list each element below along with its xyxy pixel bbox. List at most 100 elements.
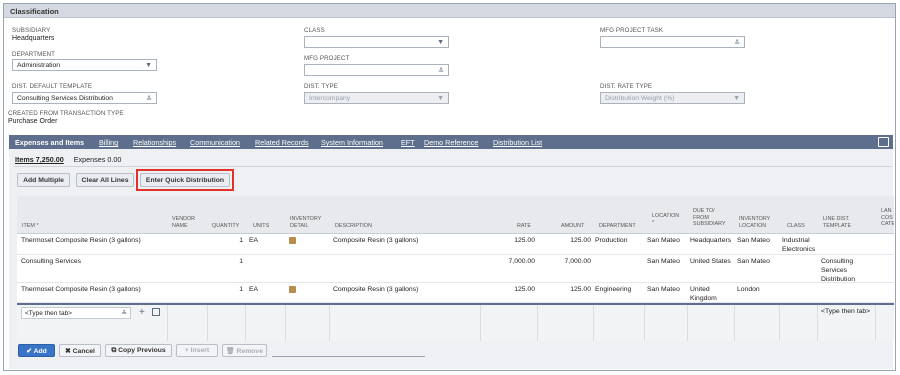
row-due: Headquarters <box>690 237 732 244</box>
double-chevron-icon[interactable]: ≚ <box>438 67 444 75</box>
mfg-project-select[interactable]: ≚ <box>304 64 449 76</box>
tab-relationships[interactable]: Relationships <box>133 138 176 147</box>
classification-panel: Classification SUBSIDIARY Headquarters D… <box>3 3 896 371</box>
section-title: Classification <box>4 4 895 18</box>
row-template: Consulting Services Distribution <box>821 258 855 283</box>
cell-divider <box>779 305 780 341</box>
cell-divider <box>687 305 688 341</box>
cell-divider <box>167 305 168 341</box>
table-row[interactable]: Thermoset Composite Resin (3 gallons) 1 … <box>17 283 894 303</box>
dist-template-select[interactable]: Consulting Services Distribution ≚ <box>12 92 157 104</box>
mfg-task-select[interactable]: ≚ <box>600 36 745 48</box>
copy-label: Copy Previous <box>118 347 166 354</box>
add-button[interactable]: ✔ Add <box>18 344 55 357</box>
items-subtabs: Items 7,250.00 Expenses 0.00 <box>15 155 121 164</box>
tab-billing[interactable]: Billing <box>99 138 118 147</box>
row-location: San Mateo <box>647 286 680 293</box>
cell-divider <box>245 305 246 341</box>
tab-related-records[interactable]: Related Records <box>255 138 309 147</box>
items-grid: ITEM * VENDOR NAME QUANTITY UNITS INVENT… <box>17 196 894 341</box>
chevron-down-icon: ▼ <box>733 95 740 102</box>
row-item: Thermoset Composite Resin (3 gallons) <box>21 286 141 293</box>
chevron-down-icon[interactable]: ▼ <box>437 39 444 46</box>
double-chevron-icon[interactable]: ≚ <box>146 95 152 103</box>
row-inv-location: San Mateo <box>737 237 770 244</box>
open-new-icon[interactable] <box>152 308 160 316</box>
tab-system-information[interactable]: System Information <box>321 138 383 147</box>
tab-eft[interactable]: EFT <box>401 138 415 147</box>
dist-rate-type-label: DIST. RATE TYPE <box>600 83 653 90</box>
row-inv-location: San Mateo <box>737 258 770 265</box>
row-rate: 7,000.00 <box>508 258 535 265</box>
inventory-detail-icon[interactable] <box>289 285 296 294</box>
row-amount: 7,000.00 <box>564 258 591 265</box>
window-icon[interactable] <box>878 137 889 147</box>
row-quantity: 1 <box>239 237 243 244</box>
row-class: Industrial Electronics <box>782 237 816 253</box>
add-label: Add <box>33 348 47 355</box>
expenses-subtab[interactable]: Expenses 0.00 <box>74 155 122 164</box>
row-due: United Kingdom <box>690 286 717 302</box>
tab-expenses-and-items[interactable]: Expenses and Items <box>15 138 84 147</box>
cell-divider <box>480 305 481 341</box>
cancel-label: Cancel <box>72 348 95 355</box>
item-input[interactable]: <Type then tab> ≚ <box>21 307 131 319</box>
col-inventory-location: INVENTORY LOCATION <box>739 216 771 229</box>
cell-divider <box>329 305 330 341</box>
table-row[interactable]: Consulting Services 1 7,000.00 7,000.00 … <box>17 255 894 283</box>
divider <box>14 166 892 167</box>
tab-distribution-list[interactable]: Distribution List <box>493 138 542 147</box>
col-landed-cost: LAN COS CATE <box>881 208 894 227</box>
copy-previous-button[interactable]: ⧉ Copy Previous <box>105 344 172 357</box>
chevron-down-icon[interactable]: ▼ <box>145 62 152 69</box>
row-amount: 125.00 <box>570 237 591 244</box>
insert-button[interactable]: + Insert <box>176 344 218 357</box>
row-units: EA <box>249 286 259 293</box>
cancel-button[interactable]: ✖ Cancel <box>59 344 101 357</box>
cell-divider <box>207 305 208 341</box>
items-subtab[interactable]: Items 7,250.00 <box>15 155 64 164</box>
cell-divider <box>593 305 594 341</box>
cell-divider <box>734 305 735 341</box>
col-quantity: QUANTITY <box>212 223 240 229</box>
col-inventory-detail: INVENTORY DETAIL <box>290 216 322 229</box>
col-rate: RATE <box>517 223 531 229</box>
double-chevron-icon[interactable]: ≚ <box>734 39 740 47</box>
table-row[interactable]: Thermoset Composite Resin (3 gallons) 1 … <box>17 234 894 255</box>
row-item: Consulting Services <box>21 258 82 265</box>
dist-type-select: Intercompany ▼ <box>304 92 449 104</box>
created-from-label: CREATED FROM TRANSACTION TYPE <box>8 110 124 117</box>
double-chevron-icon[interactable]: ≚ <box>122 309 127 317</box>
inventory-detail-icon[interactable] <box>289 236 296 245</box>
department-select[interactable]: Administration ▼ <box>12 59 157 71</box>
subtab-bar: Expenses and Items Billing Relationships… <box>9 135 893 149</box>
row-location: San Mateo <box>647 237 680 244</box>
col-class: CLASS <box>787 223 805 229</box>
subsidiary-label: SUBSIDIARY <box>12 27 51 34</box>
row-units: EA <box>249 237 259 244</box>
insert-label: Insert <box>190 347 210 354</box>
row-due: United States <box>690 258 731 265</box>
dist-rate-type-value: Distribution Weight (%) <box>605 95 675 102</box>
created-from-value: Purchase Order <box>8 118 58 125</box>
clear-all-lines-button[interactable]: Clear All Lines <box>76 173 134 187</box>
cell-divider <box>537 305 538 341</box>
remove-button[interactable]: 🗑 Remove <box>222 344 267 357</box>
add-multiple-button[interactable]: Add Multiple <box>17 173 70 187</box>
cell-divider <box>817 305 818 341</box>
class-select[interactable]: ▼ <box>304 36 449 48</box>
template-input[interactable]: <Type then tab> <box>821 307 871 316</box>
row-amount: 125.00 <box>570 286 591 293</box>
dist-type-label: DIST. TYPE <box>304 83 338 90</box>
tab-communication[interactable]: Communication <box>190 138 240 147</box>
row-department: Engineering <box>595 286 632 293</box>
row-department: Production <box>595 237 628 244</box>
add-icon[interactable]: + <box>139 307 145 318</box>
col-item: ITEM * <box>22 223 39 229</box>
divider <box>272 356 425 357</box>
col-description: DESCRIPTION <box>335 223 372 229</box>
tab-demo-reference[interactable]: Demo Reference <box>424 138 478 147</box>
dist-template-label: DIST. DEFAULT TEMPLATE <box>12 83 93 90</box>
highlight-box <box>136 169 234 191</box>
dist-template-value: Consulting Services Distribution <box>17 95 113 102</box>
